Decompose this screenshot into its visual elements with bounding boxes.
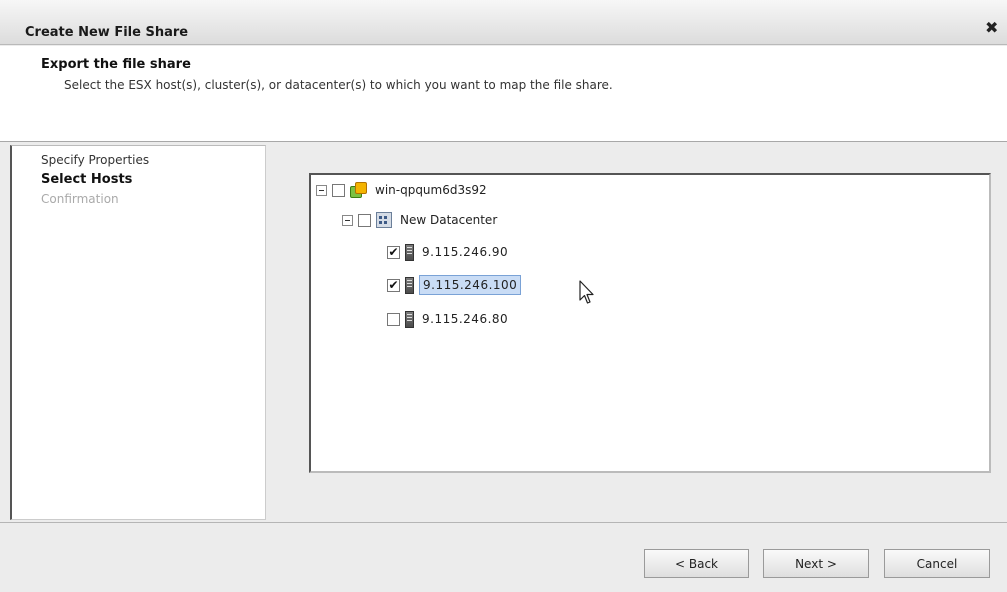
datacenter-icon xyxy=(376,212,392,228)
step-specify-properties: Specify Properties xyxy=(41,153,150,167)
dialog-titlebar: Create New File Share ✖ xyxy=(0,0,1007,45)
step-confirmation: Confirmation xyxy=(41,192,119,206)
tree-node-host[interactable]: 9.115.246.80 xyxy=(387,308,511,330)
mouse-pointer-icon xyxy=(579,280,594,304)
tree-node-label[interactable]: New Datacenter xyxy=(397,211,500,229)
server-icon xyxy=(405,276,414,294)
wizard-footer: < Back Next > Cancel xyxy=(0,522,1007,592)
tree-node-label[interactable]: 9.115.246.80 xyxy=(419,310,511,328)
tree-node-host[interactable]: ✔ 9.115.246.90 xyxy=(387,241,511,263)
checkbox-host[interactable] xyxy=(387,312,400,326)
tree-node-label-selected[interactable]: 9.115.246.100 xyxy=(419,275,522,295)
collapse-icon[interactable] xyxy=(342,214,353,226)
wizard-header: Export the file share Select the ESX hos… xyxy=(0,46,1007,142)
dialog-title: Create New File Share xyxy=(25,25,189,40)
tree-node-host[interactable]: ✔ 9.115.246.100 xyxy=(387,274,522,296)
tree-node-root[interactable]: win-qpqum6d3s92 xyxy=(316,179,490,201)
server-icon xyxy=(405,243,414,261)
next-button[interactable]: Next > xyxy=(763,549,869,578)
checkbox-host[interactable]: ✔ xyxy=(387,245,400,259)
page-heading: Export the file share xyxy=(41,57,191,72)
back-button[interactable]: < Back xyxy=(644,549,749,578)
checkbox-host[interactable]: ✔ xyxy=(387,278,400,292)
step-select-hosts: Select Hosts xyxy=(41,172,133,187)
cancel-button[interactable]: Cancel xyxy=(884,549,990,578)
tree-node-label[interactable]: 9.115.246.90 xyxy=(419,243,511,261)
wizard-steps: Specify Properties Select Hosts Confirma… xyxy=(10,145,266,520)
page-description: Select the ESX host(s), cluster(s), or d… xyxy=(64,78,613,92)
server-icon xyxy=(405,310,414,328)
tree-node-label[interactable]: win-qpqum6d3s92 xyxy=(372,181,490,199)
checkbox-root[interactable] xyxy=(332,183,345,197)
wizard-body: Specify Properties Select Hosts Confirma… xyxy=(0,143,1007,521)
close-icon[interactable]: ✖ xyxy=(985,20,998,36)
tree-node-datacenter[interactable]: New Datacenter xyxy=(342,209,500,231)
host-tree[interactable]: win-qpqum6d3s92 New Datacenter ✔ 9.115.2… xyxy=(309,173,991,473)
vcenter-icon xyxy=(350,181,367,199)
collapse-icon[interactable] xyxy=(316,184,327,196)
checkbox-datacenter[interactable] xyxy=(358,213,371,227)
